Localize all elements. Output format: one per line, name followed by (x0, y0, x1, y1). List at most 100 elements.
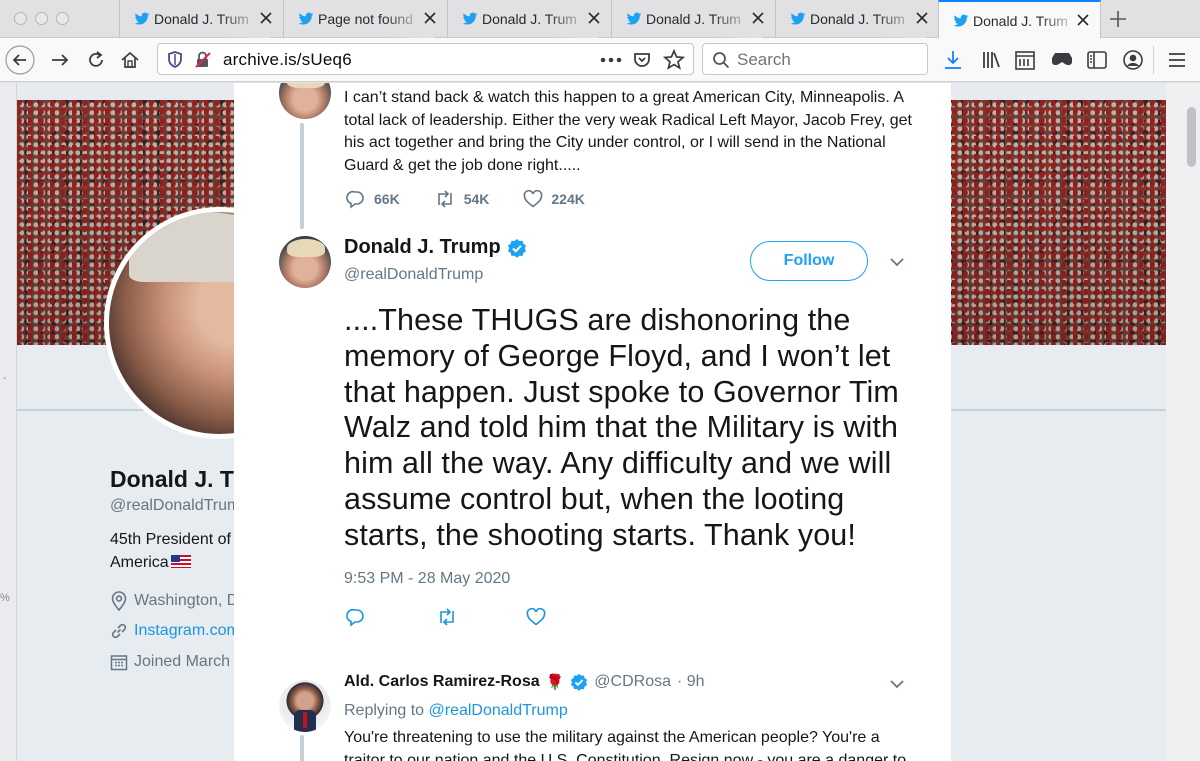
minimize-window-button[interactable] (35, 12, 48, 25)
close-tab-icon[interactable] (1076, 13, 1090, 27)
reply-action[interactable]: 66K (346, 189, 400, 209)
like-action[interactable] (526, 608, 546, 626)
back-button[interactable] (4, 44, 36, 76)
like-count: 224K (551, 191, 585, 207)
author-name[interactable]: Donald J. Trump (344, 236, 501, 259)
reply-count: 66K (374, 191, 400, 207)
reload-icon (89, 51, 103, 67)
twitter-bird-icon (953, 14, 969, 27)
navigation-toolbar: archive.is/sUeq6 Search (0, 38, 1200, 82)
reply-author-handle[interactable]: @CDRosa (594, 673, 671, 691)
reload-button[interactable] (80, 44, 112, 76)
library-icon[interactable] (980, 49, 1002, 71)
zoom-window-button[interactable] (56, 12, 69, 25)
search-placeholder: Search (737, 50, 791, 69)
pocket-icon[interactable] (632, 50, 652, 70)
main-tweet-actions (346, 607, 546, 627)
profile-bio-text: America (110, 554, 169, 571)
close-tab-icon[interactable] (423, 11, 437, 25)
profile-website[interactable]: Instagram.com (110, 622, 240, 640)
tracking-protection-shield-icon[interactable] (167, 51, 183, 68)
tab-bar: Donald J. Trump Page not found Donald J.… (0, 0, 1200, 39)
home-button[interactable] (114, 44, 146, 76)
verified-badge-icon (571, 673, 588, 691)
toolbar-divider (1153, 46, 1154, 74)
replying-to-line: Replying to @realDonaldTrump (344, 702, 568, 720)
reply-author-avatar[interactable] (279, 680, 331, 732)
profile-name: Donald J. T (110, 466, 234, 492)
sidebar-toggle-icon[interactable] (1086, 49, 1108, 71)
profile-joined: Joined March (110, 653, 230, 671)
page-margin-mark: - (3, 373, 7, 384)
joined-text: Joined March (134, 653, 231, 670)
account-icon[interactable] (1122, 49, 1144, 71)
follow-button[interactable]: Follow (750, 241, 868, 281)
insecure-lock-icon[interactable] (194, 51, 212, 69)
tab-4[interactable]: Donald J. Trump (611, 0, 775, 38)
search-bar[interactable]: Search (702, 43, 928, 75)
page-scroll-track (1166, 83, 1200, 761)
tab-1[interactable]: Donald J. Trump (119, 0, 283, 38)
avatar-tie (303, 712, 307, 728)
new-tab-plus-icon[interactable] (1108, 9, 1128, 29)
heart-icon (526, 608, 546, 626)
home-icon (121, 51, 139, 68)
profile-bio-line-1: 45th President of (110, 531, 231, 548)
close-tab-icon[interactable] (751, 11, 765, 25)
replying-to-label: Replying to (344, 702, 425, 719)
archive-reader-icon[interactable] (1014, 49, 1036, 71)
retweet-action[interactable] (436, 607, 458, 627)
bookmark-star-icon[interactable] (663, 49, 685, 71)
retweet-icon (440, 608, 454, 626)
tab-5[interactable]: Donald J. Trump (775, 0, 939, 38)
reply-time[interactable]: · 9h (677, 673, 705, 691)
twitter-bird-icon (134, 12, 150, 25)
reply-icon (346, 190, 364, 209)
page-margin-mark: % (0, 592, 10, 604)
twitter-bird-icon (462, 12, 478, 25)
twitter-bird-icon (626, 12, 642, 25)
location-text: Washington, D (134, 592, 239, 609)
back-arrow-icon (5, 45, 35, 75)
chevron-down-icon[interactable] (888, 253, 906, 271)
main-tweet-timestamp[interactable]: 9:53 PM - 28 May 2020 (344, 570, 510, 588)
twitter-bird-icon (790, 12, 806, 25)
page-actions-ellipsis-icon[interactable] (600, 57, 622, 63)
reply-action[interactable] (346, 607, 366, 627)
replying-to-mention[interactable]: @realDonaldTrump (429, 702, 568, 719)
website-link[interactable]: Instagram.com (134, 622, 240, 640)
retweet-count: 54K (463, 191, 490, 207)
downloads-icon[interactable] (942, 49, 964, 71)
like-action[interactable]: 224K (523, 190, 585, 208)
close-tab-icon[interactable] (587, 11, 601, 25)
twitter-bird-icon (298, 12, 314, 25)
rose-emoji-icon: 🌹 (545, 674, 565, 691)
main-tweet-avatar[interactable] (279, 236, 331, 288)
main-tweet-author[interactable]: Donald J. Trump (344, 236, 527, 259)
reply-author-name[interactable]: Ald. Carlos Ramirez-Rosa (344, 673, 540, 691)
reply-author[interactable]: Ald. Carlos Ramirez-Rosa 🌹 @CDRosa · 9h (344, 673, 705, 691)
forward-button[interactable] (44, 44, 76, 76)
tab-6-active[interactable]: Donald J. Trump (938, 0, 1101, 39)
tab-3[interactable]: Donald J. Trump (447, 0, 611, 38)
close-tab-icon[interactable] (259, 11, 273, 25)
previous-tweet-text: I can’t stand back & watch this happen t… (344, 89, 912, 174)
thread-connector-line (300, 735, 304, 761)
heart-icon (524, 190, 543, 208)
search-icon (713, 52, 730, 69)
hamburger-menu-icon[interactable] (1168, 51, 1186, 69)
page-scrollbar[interactable] (1187, 107, 1196, 167)
main-tweet-handle[interactable]: @realDonaldTrump (344, 266, 483, 284)
page-margin (0, 83, 17, 761)
close-tab-icon[interactable] (915, 11, 929, 25)
retweet-action[interactable]: 54K (434, 189, 490, 209)
location-pin-icon (111, 591, 127, 611)
chevron-down-icon[interactable] (888, 675, 906, 693)
private-mask-icon[interactable] (1050, 49, 1074, 71)
address-bar[interactable]: archive.is/sUeq6 (157, 43, 694, 75)
previous-tweet-avatar[interactable] (279, 83, 331, 119)
url-text[interactable]: archive.is/sUeq6 (223, 50, 352, 70)
close-window-button[interactable] (14, 12, 27, 25)
tab-2[interactable]: Page not found (283, 0, 447, 38)
us-flag-icon (170, 555, 191, 568)
